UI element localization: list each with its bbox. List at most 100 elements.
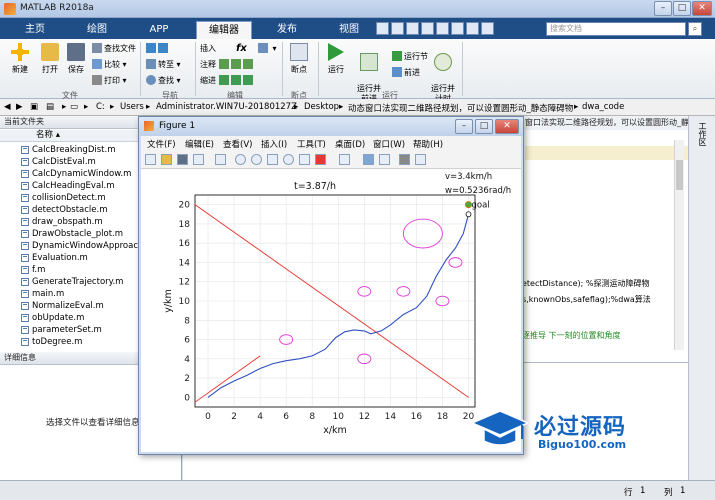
zoom-out-icon[interactable]: [251, 154, 262, 165]
fx-button[interactable]: fx: [236, 43, 247, 55]
path-segment-project[interactable]: 动态窗口法实现二维路径规划，可以设置圆形动_静态障碍物: [348, 102, 573, 114]
code-line-3[interactable]: 逐推导 下一刻的位置和角度: [522, 330, 621, 341]
y-tick-label: 18: [179, 220, 191, 230]
back-arrow-icon[interactable]: ◀: [4, 102, 11, 112]
close-button[interactable]: ✕: [692, 1, 712, 16]
comment-button[interactable]: 注释: [200, 59, 255, 71]
save-button[interactable]: 保存: [64, 43, 88, 75]
figure-maximize-button[interactable]: □: [475, 119, 493, 134]
goto-button[interactable]: 转至 ▾: [146, 59, 181, 71]
editor-tab[interactable]: 窗口法实现二维路径规划，可以设置圆形动_静态障碍物...: [525, 116, 688, 130]
show-plot-tools-icon[interactable]: [415, 154, 426, 165]
tab-apps[interactable]: APP: [134, 21, 184, 39]
path-segment-admin[interactable]: Administrator.WIN7U-20180127Z: [156, 102, 297, 112]
print-button[interactable]: 打印 ▾: [92, 75, 127, 87]
figure-minimize-button[interactable]: –: [455, 119, 473, 134]
plot-svg[interactable]: 0 2 4 6 8 10 12 14 16 18 2002468101214161820 goalt=…: [141, 169, 521, 452]
insert-colorbar-icon[interactable]: [363, 154, 374, 165]
save-figure-icon[interactable]: [177, 154, 188, 165]
path-segment-drive[interactable]: C:: [96, 102, 105, 112]
new-button[interactable]: 新建: [6, 43, 34, 75]
insert-legend-icon[interactable]: [379, 154, 390, 165]
run-section-button[interactable]: 运行节: [392, 51, 428, 63]
rotate-3d-icon[interactable]: [283, 154, 294, 165]
figure-canvas[interactable]: 0 2 4 6 8 10 12 14 16 18 20 0 2 4 6 8 10 12 14 16 18 20 goal t=…: [141, 169, 521, 452]
up-folder-icon[interactable]: ▣: [30, 102, 38, 112]
path-segment-desktop[interactable]: Desktop: [304, 102, 339, 112]
qat-save-icon[interactable]: [376, 22, 389, 35]
qat-help-icon[interactable]: [481, 22, 494, 35]
qat-redo-icon[interactable]: [451, 22, 464, 35]
menu-tools[interactable]: 工具(T): [297, 138, 326, 150]
y-tick-label: 0: [184, 393, 190, 403]
new-label: 新建: [12, 65, 28, 74]
indent-button[interactable]: 缩进: [200, 75, 255, 87]
row-label: 行: [624, 488, 633, 498]
path-segment-users[interactable]: Users: [120, 102, 144, 112]
menu-help[interactable]: 帮助(H): [413, 138, 443, 150]
qat-cut-icon[interactable]: [391, 22, 404, 35]
data-cursor-icon[interactable]: [299, 154, 310, 165]
menu-edit[interactable]: 编辑(E): [185, 138, 214, 150]
find-button[interactable]: 查找 ▾: [146, 75, 181, 87]
menu-window[interactable]: 窗口(W): [373, 138, 405, 150]
link-plot-icon[interactable]: [339, 154, 350, 165]
code-line-1[interactable]: etectDistance); %探测运动障碍物: [522, 278, 649, 289]
figure-window[interactable]: Figure 1 – □ ✕ 文件(F) 编辑(E) 查看(V) 插入(I) 工…: [138, 116, 524, 455]
m-file-icon: [21, 218, 29, 226]
m-file-icon: [21, 182, 29, 190]
path-segment-dwa[interactable]: dwa_code: [582, 102, 624, 112]
file-name: toDegree.m: [32, 337, 83, 347]
run-button[interactable]: 运行: [322, 43, 350, 75]
edit-plot-icon[interactable]: [215, 154, 226, 165]
qat-switch-icon[interactable]: [466, 22, 479, 35]
editor-scrollbar[interactable]: [674, 140, 684, 350]
qat-paste-icon[interactable]: [421, 22, 434, 35]
run-time-button[interactable]: 运行并 计时: [428, 43, 458, 104]
tab-editor[interactable]: 编辑器: [196, 21, 252, 39]
brush-icon[interactable]: [315, 154, 326, 165]
open-button[interactable]: 打开: [36, 43, 64, 75]
tab-plots[interactable]: 绘图: [72, 21, 122, 39]
path-sep-icon: ▸: [146, 102, 151, 112]
menu-file[interactable]: 文件(F): [147, 138, 176, 150]
compare-button[interactable]: 比较 ▾: [92, 59, 127, 71]
print-figure-icon[interactable]: [193, 154, 204, 165]
file-name: detectObstacle.m: [32, 205, 108, 215]
minimize-button[interactable]: –: [654, 1, 672, 16]
scrollbar-thumb[interactable]: [676, 160, 683, 190]
code-line-2[interactable]: s,knownObs,safeflag);%dwa算法: [522, 294, 651, 305]
tab-publish[interactable]: 发布: [262, 21, 312, 39]
maximize-button[interactable]: □: [673, 1, 691, 16]
browse-folder-icon[interactable]: ▤: [46, 102, 54, 112]
search-input[interactable]: 搜索文档: [546, 22, 686, 36]
nav-back-button[interactable]: [146, 43, 170, 55]
insert-button[interactable]: 插入: [200, 43, 216, 55]
advance-button[interactable]: 前进: [392, 67, 420, 79]
menu-insert[interactable]: 插入(I): [261, 138, 287, 150]
pan-icon[interactable]: [267, 154, 278, 165]
col-value: 1: [680, 486, 686, 496]
open-file-icon[interactable]: [161, 154, 172, 165]
breakpoints-button[interactable]: 断点: [284, 43, 314, 75]
forward-arrow-icon[interactable]: ▶: [16, 102, 23, 112]
menu-desktop[interactable]: 桌面(D): [335, 138, 365, 150]
x-tick-label: 16: [411, 412, 423, 422]
new-figure-icon[interactable]: [145, 154, 156, 165]
figure-title-bar[interactable]: Figure 1 – □ ✕: [139, 117, 523, 136]
search-icon[interactable]: ⌕: [688, 22, 702, 36]
root-arrow[interactable]: ▸: [62, 102, 66, 112]
zoom-in-icon[interactable]: [235, 154, 246, 165]
tab-home[interactable]: 主页: [10, 21, 60, 39]
figure-title: Figure 1: [159, 121, 196, 131]
figure-close-button[interactable]: ✕: [495, 119, 519, 134]
menu-view[interactable]: 查看(V): [223, 138, 252, 150]
qat-undo-icon[interactable]: [436, 22, 449, 35]
file-name: CalcDistEval.m: [32, 157, 96, 167]
fx-dropdown[interactable]: ▾: [258, 43, 277, 55]
find-files-button[interactable]: 查找文件: [92, 43, 136, 55]
workspace-label[interactable]: 工作区: [697, 122, 708, 146]
hide-plot-tools-icon[interactable]: [399, 154, 410, 165]
qat-copy-icon[interactable]: [406, 22, 419, 35]
workspace-collapsed-panel[interactable]: 工作区: [688, 116, 715, 480]
